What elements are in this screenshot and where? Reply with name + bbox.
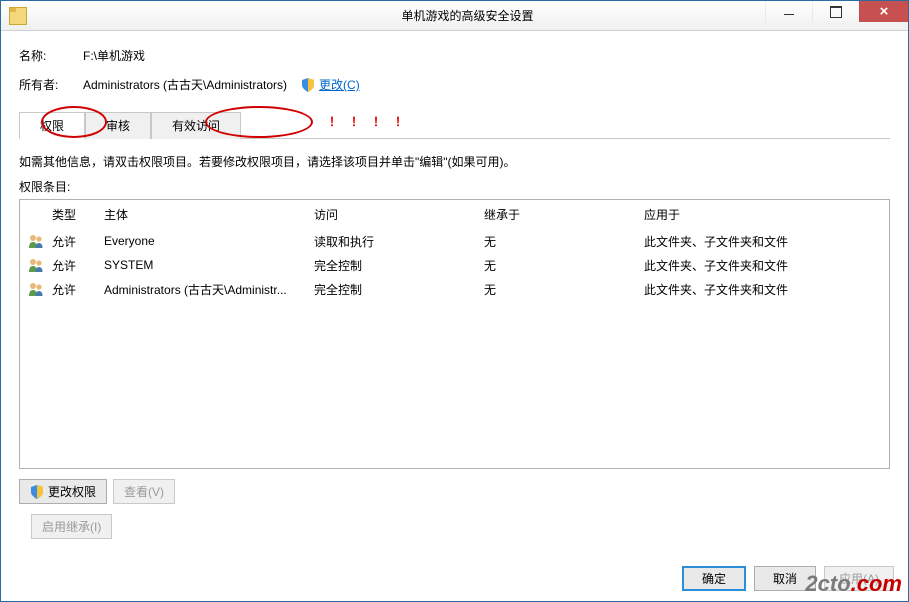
content-area: 名称: F:\单机游戏 所有者: Administrators (古古天\Adm…: [1, 31, 908, 556]
cell-principal: Administrators (古古天\Administr...: [104, 281, 314, 298]
view-button: 查看(V): [113, 479, 175, 504]
maximize-button[interactable]: [812, 1, 859, 22]
col-access[interactable]: 访问: [314, 206, 484, 223]
inherit-row: 启用继承(I): [31, 514, 890, 539]
owner-label: 所有者:: [19, 76, 79, 93]
cell-type: 允许: [52, 233, 104, 250]
owner-row: 所有者: Administrators (古古天\Administrators)…: [19, 76, 890, 93]
enable-inheritance-button: 启用继承(I): [31, 514, 112, 539]
titlebar[interactable]: 单机游戏的高级安全设置 ×: [1, 1, 908, 31]
cell-inherited: 无: [484, 257, 644, 274]
folder-icon: [9, 7, 27, 25]
shield-icon: [301, 78, 315, 92]
list-header: 类型 主体 访问 继承于 应用于: [20, 200, 889, 229]
cell-principal: SYSTEM: [104, 258, 314, 272]
cell-applies: 此文件夹、子文件夹和文件: [644, 233, 881, 250]
cell-inherited: 无: [484, 281, 644, 298]
cell-applies: 此文件夹、子文件夹和文件: [644, 257, 881, 274]
owner-value: Administrators (古古天\Administrators): [83, 76, 287, 93]
cell-access: 完全控制: [314, 257, 484, 274]
cell-principal: Everyone: [104, 234, 314, 248]
change-owner-link[interactable]: 更改(C): [319, 76, 360, 93]
ok-button[interactable]: 确定: [682, 566, 746, 591]
tabs-container: 权限 审核 有效访问 ！！！！: [19, 111, 890, 139]
col-applies[interactable]: 应用于: [644, 206, 881, 223]
users-icon: [28, 234, 52, 249]
close-button[interactable]: ×: [859, 1, 908, 22]
tab-audit[interactable]: 审核: [85, 112, 151, 139]
cell-type: 允许: [52, 281, 104, 298]
cell-inherited: 无: [484, 233, 644, 250]
col-inherited[interactable]: 继承于: [484, 206, 644, 223]
table-row[interactable]: 允许Everyone读取和执行无此文件夹、子文件夹和文件: [20, 229, 889, 253]
entries-label: 权限条目:: [19, 178, 890, 195]
cell-access: 读取和执行: [314, 233, 484, 250]
table-row[interactable]: 允许SYSTEM完全控制无此文件夹、子文件夹和文件: [20, 253, 889, 277]
cell-access: 完全控制: [314, 281, 484, 298]
users-icon: [28, 258, 52, 273]
col-type[interactable]: 类型: [52, 206, 104, 223]
tab-effective-access[interactable]: 有效访问: [151, 112, 241, 139]
advanced-security-window: 单机游戏的高级安全设置 × 名称: F:\单机游戏 所有者: Administr…: [0, 0, 909, 602]
cancel-button[interactable]: 取消: [754, 566, 816, 591]
tab-permissions[interactable]: 权限: [19, 112, 85, 139]
shield-icon: [30, 485, 44, 499]
col-principal[interactable]: 主体: [104, 206, 314, 223]
change-permissions-button[interactable]: 更改权限: [19, 479, 107, 504]
permission-entries-list[interactable]: 类型 主体 访问 继承于 应用于 允许Everyone读取和执行无此文件夹、子文…: [19, 199, 890, 469]
apply-button: 应用(A): [824, 566, 894, 591]
name-label: 名称:: [19, 47, 79, 64]
cell-type: 允许: [52, 257, 104, 274]
instruction-text: 如需其他信息，请双击权限项目。若要修改权限项目，请选择该项目并单击"编辑"(如果…: [19, 153, 890, 170]
annotation-exclamations: ！！！！: [329, 113, 417, 130]
dialog-footer: 确定 取消 应用(A): [1, 556, 908, 601]
window-buttons: ×: [765, 1, 908, 22]
users-icon: [28, 282, 52, 297]
name-row: 名称: F:\单机游戏: [19, 47, 890, 64]
tabs: 权限 审核 有效访问: [19, 111, 890, 139]
name-value: F:\单机游戏: [83, 47, 145, 64]
action-buttons-row: 更改权限 查看(V): [19, 479, 890, 504]
table-row[interactable]: 允许Administrators (古古天\Administr...完全控制无此…: [20, 277, 889, 301]
change-permissions-label: 更改权限: [48, 483, 96, 500]
cell-applies: 此文件夹、子文件夹和文件: [644, 281, 881, 298]
minimize-button[interactable]: [765, 1, 812, 22]
